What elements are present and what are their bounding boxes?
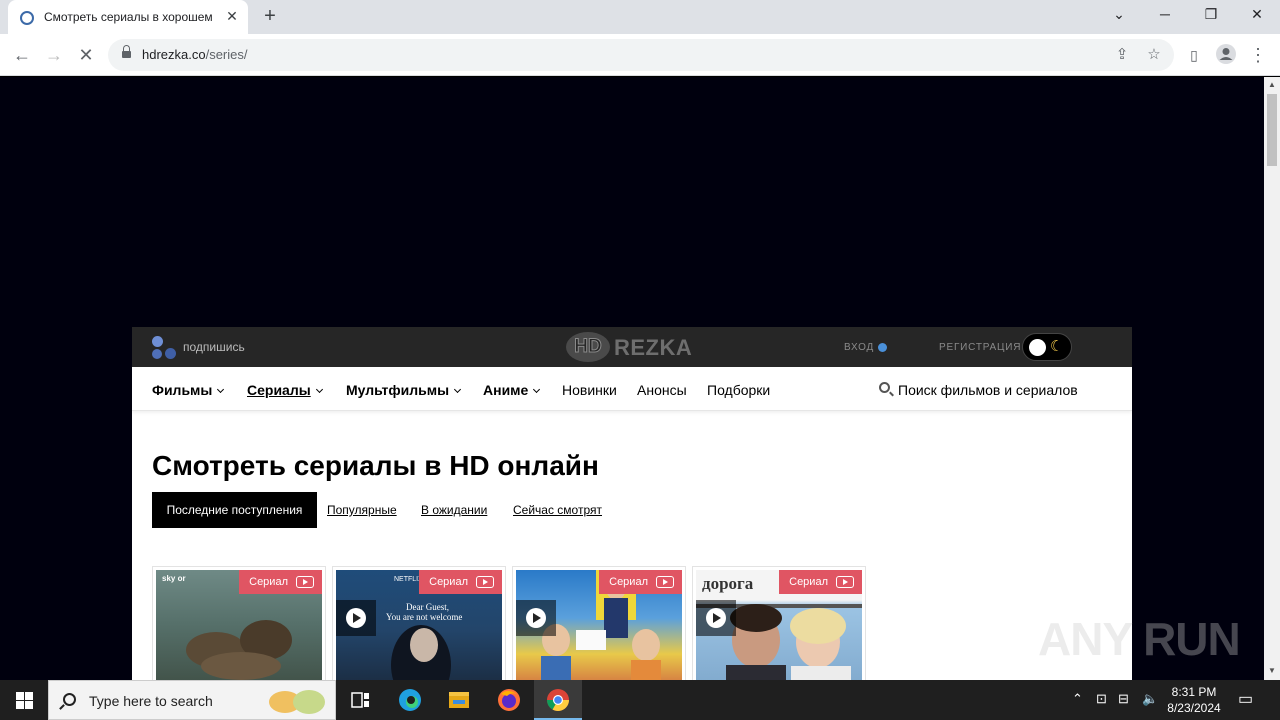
page-title: Смотреть сериалы в HD онлайн — [152, 450, 599, 481]
site-topbar: подпишись HD REZKA ВХОД РЕГИСТРАЦИЯ ☾ — [132, 327, 1132, 367]
nav-cartoons[interactable]: Мультфильмы — [346, 382, 462, 398]
search-icon — [63, 693, 76, 706]
scroll-up-icon[interactable]: ▲ — [1268, 80, 1276, 89]
tab-title: Смотреть сериалы в хорошем — [44, 10, 213, 24]
forward-arrow-icon[interactable]: → — [42, 43, 66, 67]
bookmark-star-icon[interactable]: ☆ — [1144, 45, 1164, 65]
chrome-icon[interactable] — [534, 680, 582, 720]
file-explorer-icon[interactable] — [435, 680, 483, 720]
series-card[interactable]: NETFLIX Dear Guest, You are not welcome … — [332, 566, 506, 680]
new-tab-button[interactable]: + — [259, 6, 281, 28]
share-icon[interactable]: ⇪ — [1112, 45, 1132, 65]
main-nav: Фильмы Сериалы Мультфильмы Аниме Новинки… — [132, 367, 1132, 411]
chevron-down-icon — [533, 385, 541, 394]
search-icon[interactable] — [879, 382, 890, 393]
video-icon — [836, 576, 854, 588]
play-button[interactable] — [696, 600, 736, 636]
windows-start-button[interactable] — [0, 680, 48, 720]
theme-toggle[interactable]: ☾ — [1022, 333, 1072, 361]
moon-icon: ☾ — [1050, 338, 1064, 355]
nav-collections[interactable]: Подборки — [707, 382, 770, 398]
nav-new[interactable]: Новинки — [562, 382, 617, 398]
page-viewport: подпишись HD REZKA ВХОД РЕГИСТРАЦИЯ ☾ Фи… — [0, 77, 1264, 680]
series-badge: Сериал — [599, 570, 682, 594]
play-icon — [346, 608, 366, 628]
nav-announcements[interactable]: Анонсы — [637, 382, 687, 398]
series-badge: Сериал — [779, 570, 862, 594]
scroll-down-icon[interactable]: ▼ — [1268, 666, 1276, 675]
scroll-thumb[interactable] — [1267, 94, 1277, 166]
chevron-down-icon — [217, 385, 225, 394]
browser-toolbar: ← → ✕ hdrezka.co/series/ ⇪ ☆ ▯ ⋮ — [0, 34, 1280, 76]
chevron-down-icon — [315, 385, 323, 394]
anyrun-watermark: ANY RUN — [1038, 613, 1241, 665]
back-arrow-icon[interactable]: ← — [10, 43, 34, 67]
tab-close-icon[interactable]: ✕ — [224, 8, 240, 24]
tray-chevron-up-icon[interactable]: ⌃ — [1072, 691, 1083, 707]
video-icon — [656, 576, 674, 588]
video-icon — [476, 576, 494, 588]
register-link[interactable]: РЕГИСТРАЦИЯ — [939, 342, 1021, 353]
series-badge: Сериал — [419, 570, 502, 594]
nav-anime[interactable]: Аниме — [483, 382, 541, 398]
edge-icon[interactable] — [386, 680, 434, 720]
task-view-icon[interactable] — [336, 680, 384, 720]
clock-time: 8:31 PM — [1171, 685, 1217, 699]
site-container: подпишись HD REZKA ВХОД РЕГИСТРАЦИЯ ☾ Фи… — [132, 327, 1132, 680]
filter-popular[interactable]: Популярные — [327, 503, 397, 517]
filter-awaiting[interactable]: В ожидании — [421, 503, 487, 517]
taskbar-search-box[interactable]: Type here to search — [48, 680, 336, 720]
restore-icon[interactable]: ❐ — [1200, 6, 1222, 26]
site-favicon-icon — [20, 11, 34, 25]
close-window-icon[interactable]: ✕ — [1246, 6, 1268, 26]
filter-latest[interactable]: Последние поступления — [152, 492, 317, 528]
windows-taskbar: Type here to search ⌃ ⊡ ⊟ 🔈 8:31 PM 8/23… — [0, 680, 1280, 720]
nav-series[interactable]: Сериалы — [247, 382, 323, 398]
nav-films[interactable]: Фильмы — [152, 382, 225, 398]
browser-tab[interactable]: Смотреть сериалы в хорошем ✕ — [8, 0, 248, 34]
volume-icon[interactable]: 🔈 — [1142, 691, 1158, 707]
subscribe-icon[interactable] — [152, 336, 178, 360]
stop-loading-icon[interactable]: ✕ — [74, 43, 98, 67]
clock-date: 8/23/2024 — [1167, 701, 1221, 715]
menu-kebab-icon[interactable]: ⋮ — [1246, 43, 1270, 67]
profile-icon[interactable] — [1214, 43, 1238, 67]
filter-watching-now[interactable]: Сейчас смотрят — [513, 503, 602, 517]
login-arrow-icon[interactable] — [878, 343, 887, 352]
firefox-icon[interactable] — [485, 680, 533, 720]
system-clock[interactable]: 8:31 PM 8/23/2024 — [1162, 684, 1226, 716]
subscribe-link[interactable]: подпишись — [183, 340, 245, 354]
url-text[interactable]: hdrezka.co/series/ — [142, 47, 248, 62]
chevron-down-icon — [454, 385, 462, 394]
side-panel-icon[interactable]: ▯ — [1182, 43, 1206, 67]
address-bar[interactable]: hdrezka.co/series/ ⇪ ☆ — [108, 39, 1174, 71]
notifications-icon[interactable]: ▭ — [1238, 689, 1253, 709]
toggle-knob — [1029, 339, 1046, 356]
meet-now-icon[interactable]: ⊡ — [1096, 691, 1107, 707]
lock-icon[interactable] — [122, 45, 131, 60]
video-icon — [296, 576, 314, 588]
network-icon[interactable]: ⊟ — [1118, 691, 1129, 707]
series-card[interactable]: дорога Сериал — [692, 566, 866, 680]
series-card[interactable]: sky or Сериал — [152, 566, 326, 680]
play-icon — [526, 608, 546, 628]
series-card[interactable]: Сериал — [512, 566, 686, 680]
page-scrollbar[interactable]: ▲ ▼ — [1264, 77, 1280, 680]
play-button[interactable] — [336, 600, 376, 636]
series-badge: Сериал — [239, 570, 322, 594]
tab-search-icon[interactable]: ⌄ — [1108, 6, 1130, 26]
taskbar-search-placeholder: Type here to search — [89, 693, 213, 709]
play-icon — [706, 608, 726, 628]
search-input[interactable]: Поиск фильмов и сериалов — [898, 382, 1078, 398]
search-highlight-icon — [269, 690, 325, 714]
minimize-icon[interactable]: ─ — [1154, 6, 1176, 26]
login-link[interactable]: ВХОД — [844, 342, 874, 353]
play-button[interactable] — [516, 600, 556, 636]
tab-strip: Смотреть сериалы в хорошем ✕ + ⌄ ─ ❐ ✕ — [0, 0, 1280, 34]
